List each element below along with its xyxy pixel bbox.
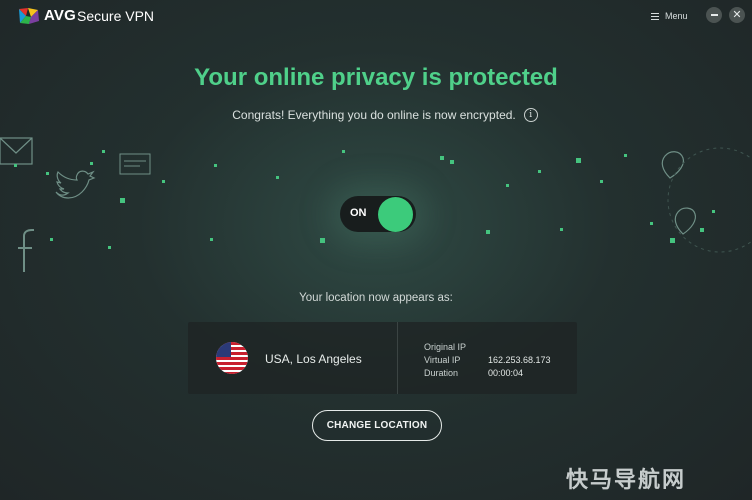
- virtual-ip-row: Virtual IP 162.253.68.173: [424, 353, 551, 366]
- virtual-ip-value: 162.253.68.173: [488, 354, 551, 365]
- watermark: 快马导航网: [566, 468, 687, 493]
- change-location-button[interactable]: CHANGE LOCATION: [312, 410, 442, 441]
- ip-details: Original IP Virtual IP 162.253.68.173 Du…: [424, 340, 551, 379]
- location-selector[interactable]: USA, Los Angeles: [188, 322, 397, 394]
- vpn-toggle[interactable]: ON: [340, 196, 416, 232]
- location-city: USA, Los Angeles: [265, 352, 362, 366]
- avg-logo-icon: [19, 8, 39, 24]
- toggle-knob: [378, 197, 413, 232]
- virtual-ip-label: Virtual IP: [424, 354, 461, 365]
- title-bar: AVG Secure VPN Menu ✕: [0, 0, 752, 34]
- us-flag-icon: [216, 342, 248, 374]
- menu-button[interactable]: Menu: [651, 9, 688, 23]
- mail-icon: [0, 137, 33, 165]
- product-name: Secure VPN: [77, 8, 155, 24]
- location-pin-icon: [674, 207, 697, 235]
- duration-value: 00:00:04: [488, 367, 524, 378]
- twitter-icon: [55, 170, 96, 199]
- menu-label: Menu: [665, 11, 688, 21]
- brand-name: AVG: [44, 7, 76, 24]
- divider: [397, 322, 398, 394]
- minimize-button[interactable]: [706, 7, 722, 23]
- minimize-icon: [710, 14, 718, 16]
- card-icon: [119, 153, 151, 175]
- location-card: USA, Los Angeles Original IP Virtual IP …: [188, 322, 577, 394]
- close-button[interactable]: ✕: [729, 7, 745, 23]
- duration-row: Duration 00:00:04: [424, 366, 551, 379]
- facebook-icon: [18, 229, 34, 272]
- toggle-label: ON: [350, 207, 367, 219]
- location-title: Your location now appears as:: [299, 292, 453, 304]
- duration-label: Duration: [424, 367, 459, 378]
- menu-icon: [651, 12, 659, 20]
- status-headline: Your online privacy is protected: [194, 64, 558, 91]
- close-icon: ✕: [732, 9, 742, 21]
- original-ip-row: Original IP: [424, 340, 551, 353]
- original-ip-label: Original IP: [424, 341, 467, 352]
- globe-outline: [667, 147, 752, 253]
- location-pin-icon: [661, 151, 685, 179]
